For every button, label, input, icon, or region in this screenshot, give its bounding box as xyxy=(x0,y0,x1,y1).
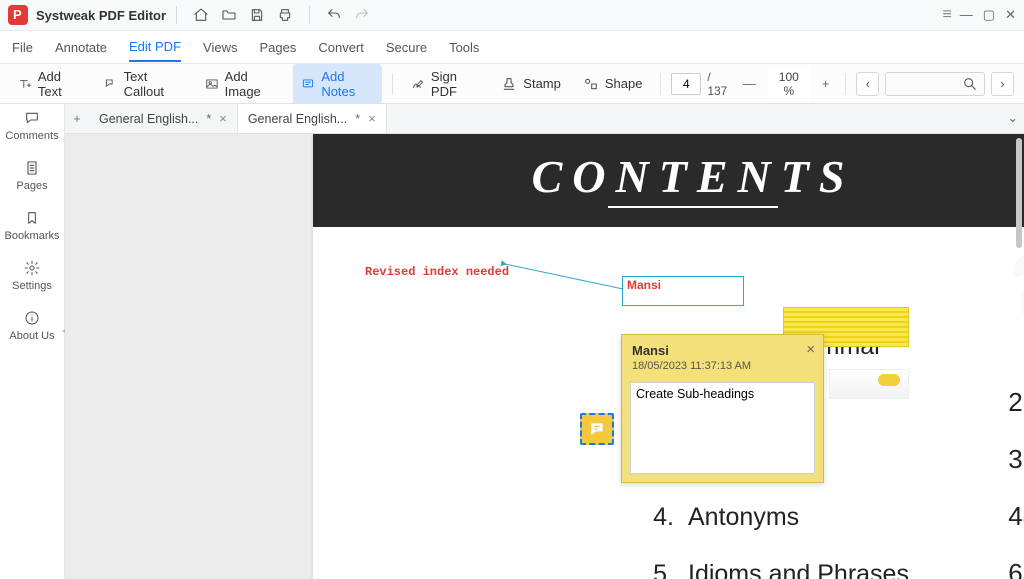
search-input[interactable] xyxy=(885,72,984,96)
tab-dirty-indicator: * xyxy=(206,112,211,126)
save-icon[interactable] xyxy=(249,7,265,23)
menubar: File Annotate Edit PDF Views Pages Conve… xyxy=(0,31,1024,64)
sidebar-item-comments[interactable]: Comments xyxy=(5,110,58,142)
undo-icon[interactable] xyxy=(326,7,342,23)
search-icon xyxy=(962,76,978,92)
sign-pdf-button[interactable]: Sign PDF xyxy=(403,64,487,104)
text-callout-label: Text Callout xyxy=(124,69,183,99)
sidebar-item-label: About Us xyxy=(9,330,54,342)
document-tab[interactable]: General English... * × xyxy=(89,104,238,133)
maximize-icon[interactable]: ▢ xyxy=(983,7,995,23)
minimize-icon[interactable]: — xyxy=(960,7,973,23)
zoom-out-button[interactable]: — xyxy=(737,76,762,91)
page-banner: CONTENTS xyxy=(313,134,1024,227)
menu-pages[interactable]: Pages xyxy=(259,34,296,61)
tab-label: General English... xyxy=(248,112,347,126)
home-icon[interactable] xyxy=(193,7,209,23)
sticky-note-marker[interactable] xyxy=(580,413,614,445)
add-text-label: Add Text xyxy=(38,69,82,99)
text-callout-button[interactable]: Text Callout xyxy=(96,64,191,104)
page-scrollbar[interactable] xyxy=(1016,134,1022,579)
zoom-in-button[interactable]: + xyxy=(816,76,836,91)
print-icon[interactable] xyxy=(277,7,293,23)
add-notes-button[interactable]: Add Notes xyxy=(293,64,382,104)
separator xyxy=(660,73,661,95)
add-image-button[interactable]: Add Image xyxy=(197,64,288,104)
menu-edit-pdf[interactable]: Edit PDF xyxy=(129,33,181,62)
tab-close-icon[interactable]: × xyxy=(368,111,376,126)
menu-secure[interactable]: Secure xyxy=(386,34,427,61)
sidebar-item-about[interactable]: About Us xyxy=(9,310,54,342)
new-tab-button[interactable]: + xyxy=(65,104,89,133)
sidebar-item-settings[interactable]: Settings xyxy=(12,260,52,292)
nav-prev-button[interactable]: ‹ xyxy=(856,72,879,96)
menu-file[interactable]: File xyxy=(12,34,33,61)
redo-icon[interactable] xyxy=(354,7,370,23)
tab-close-icon[interactable]: × xyxy=(219,111,227,126)
menu-annotate[interactable]: Annotate xyxy=(55,34,107,61)
revision-annotation[interactable]: Revised index needed xyxy=(365,266,509,278)
sticky-note-popup[interactable]: Mansi 18/05/2023 11:37:13 AM × xyxy=(621,334,824,483)
tabs-overflow-icon[interactable]: ⌄ xyxy=(1008,110,1018,125)
shape-label: Shape xyxy=(605,76,643,91)
menu-tools[interactable]: Tools xyxy=(449,34,479,61)
sign-pdf-label: Sign PDF xyxy=(431,69,479,99)
note-body-input[interactable] xyxy=(630,382,815,474)
callout-author: Mansi xyxy=(627,278,661,292)
add-image-label: Add Image xyxy=(225,69,280,99)
tab-label: General English... xyxy=(99,112,198,126)
side-panel: Comments Pages Bookmarks Settings About … xyxy=(0,104,65,579)
note-author: Mansi xyxy=(632,343,813,358)
menu-convert[interactable]: Convert xyxy=(318,34,364,61)
add-text-button[interactable]: Add Text xyxy=(10,64,90,104)
add-notes-label: Add Notes xyxy=(321,69,374,99)
sidebar-item-label: Bookmarks xyxy=(4,230,59,242)
document-canvas[interactable]: CONTENTS a 1.English Grammar1 - 2.Vocabu… xyxy=(65,134,1024,579)
note-icon xyxy=(588,421,606,437)
stamp-label: Stamp xyxy=(523,76,561,91)
titlebar: Systweak PDF Editor ≡ — ▢ ✕ xyxy=(0,0,1024,31)
divider xyxy=(176,6,177,24)
note-close-icon[interactable]: × xyxy=(806,341,815,358)
sidebar-item-bookmarks[interactable]: Bookmarks xyxy=(4,210,59,242)
app-logo xyxy=(8,5,28,25)
sidebar-item-label: Settings xyxy=(12,280,52,292)
folder-icon[interactable] xyxy=(221,7,237,23)
document-tab[interactable]: General English... * × xyxy=(238,104,387,133)
hamburger-icon[interactable]: ≡ xyxy=(942,6,951,24)
toc-item: 5.Idioms and Phrases63 - xyxy=(636,558,1024,579)
note-timestamp: 18/05/2023 11:37:13 AM xyxy=(632,360,813,372)
separator xyxy=(392,73,393,95)
nav-next-button[interactable]: › xyxy=(991,72,1014,96)
divider xyxy=(309,6,310,24)
separator xyxy=(845,73,846,95)
edit-toolbar: Add Text Text Callout Add Image Add Note… xyxy=(0,64,1024,104)
stamp-button[interactable]: Stamp xyxy=(493,71,569,97)
document-tabs: + General English... * × General English… xyxy=(65,104,1024,134)
banner-rule xyxy=(608,206,778,208)
sidebar-item-label: Pages xyxy=(16,180,47,192)
callout-text-box[interactable]: Mansi xyxy=(622,276,744,306)
sidebar-item-pages[interactable]: Pages xyxy=(16,160,47,192)
zoom-level[interactable]: 100 % xyxy=(768,67,810,101)
page-number-input[interactable] xyxy=(671,73,701,95)
tab-dirty-indicator: * xyxy=(355,112,360,126)
toc-item: 4.Antonyms48 - xyxy=(636,501,1024,532)
shape-button[interactable]: Shape xyxy=(575,71,651,97)
sidebar-item-label: Comments xyxy=(5,130,58,142)
close-window-icon[interactable]: ✕ xyxy=(1005,7,1016,23)
app-title: Systweak PDF Editor xyxy=(36,8,166,23)
menu-views[interactable]: Views xyxy=(203,34,237,61)
banner-title: CONTENTS xyxy=(532,154,855,200)
page-total-label: / 137 xyxy=(707,70,730,98)
